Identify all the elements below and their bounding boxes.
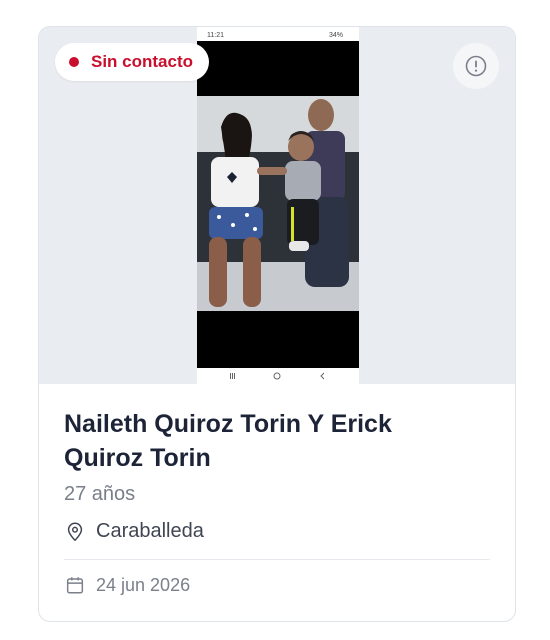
status-badge: Sin contacto <box>55 43 210 81</box>
map-pin-icon <box>64 521 86 543</box>
calendar-icon <box>64 574 86 596</box>
divider <box>64 559 490 560</box>
location-label: Caraballeda <box>96 520 204 542</box>
photo-area: 11:21 34% Sin contacto <box>39 27 515 384</box>
status-label: Sin contacto <box>91 52 194 71</box>
info-button[interactable] <box>453 43 499 89</box>
missing-person-card[interactable]: 11:21 34% Sin contacto Naileth Quiroz To… <box>38 26 516 622</box>
status-dot <box>69 57 79 67</box>
date-row: 24 jun 2026 <box>64 574 490 596</box>
location-row: Caraballeda <box>64 520 490 543</box>
status-bar-battery: 34% <box>329 32 343 39</box>
recent-apps-icon <box>230 373 235 379</box>
alert-circle-icon <box>465 55 487 77</box>
person-photo[interactable]: 11:21 34% <box>197 27 359 384</box>
person-age: 27 años <box>64 483 136 505</box>
status-bar-time: 11:21 <box>207 32 224 39</box>
card-content: Naileth Quiroz Torin Y Erick Quiroz Tori… <box>64 407 490 596</box>
person-name[interactable]: Naileth Quiroz Torin Y Erick Quiroz Tori… <box>64 407 464 475</box>
date-label: 24 jun 2026 <box>96 574 191 595</box>
